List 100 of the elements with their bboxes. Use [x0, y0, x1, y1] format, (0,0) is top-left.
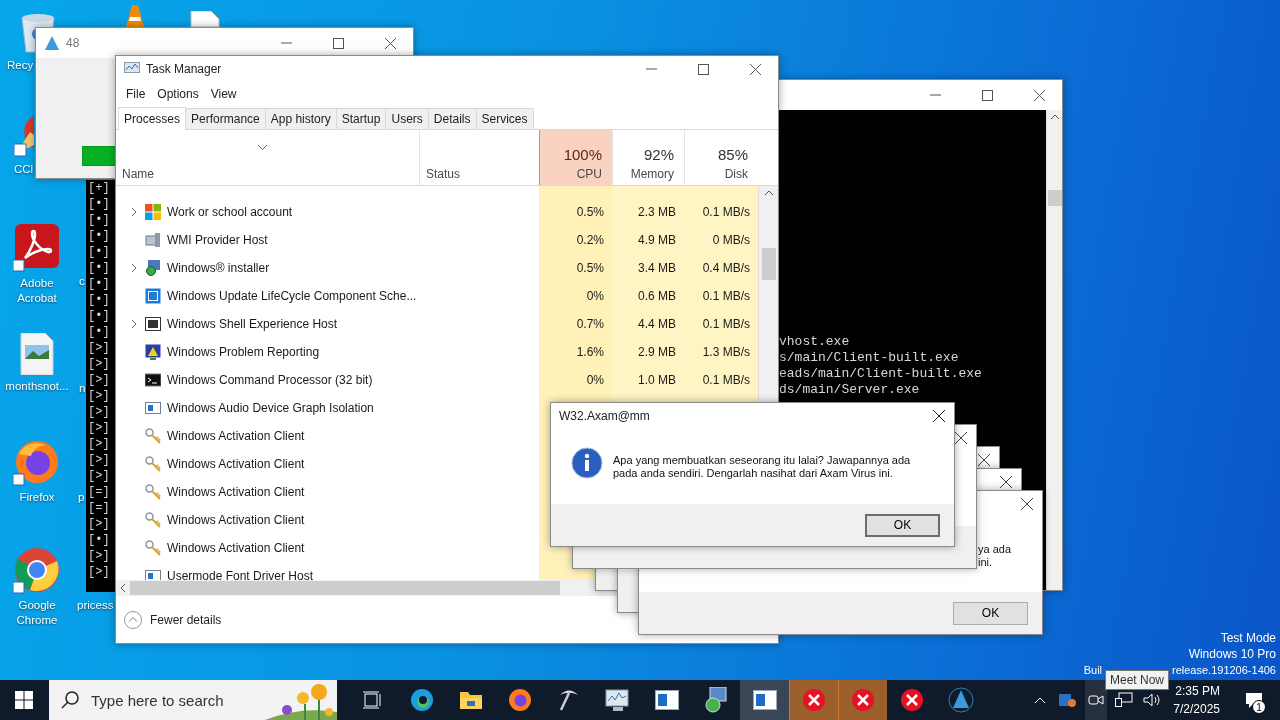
taskbar-app-button[interactable] [740, 680, 789, 720]
scroll-thumb[interactable] [761, 248, 776, 280]
console-line: [>] [88, 452, 110, 468]
menu-item[interactable]: File [122, 85, 150, 103]
volume-icon[interactable] [1143, 692, 1162, 708]
firefox-icon[interactable] [13, 438, 61, 486]
ok-button[interactable]: OK [953, 601, 1028, 625]
key-icon [145, 540, 161, 556]
menu-item[interactable]: View [206, 85, 241, 103]
console-line: [>] [88, 340, 110, 356]
window-title: 48 [66, 36, 81, 50]
console-line: vhost.exe [779, 334, 850, 350]
console-line: [>] [88, 404, 110, 420]
console-line: [•] [88, 308, 110, 324]
tab[interactable]: Details [427, 108, 477, 129]
scroll-up-icon[interactable] [1049, 114, 1060, 120]
maximize-icon[interactable] [981, 89, 993, 101]
close-icon[interactable] [1000, 476, 1012, 488]
cpu-cell-text: 0.2% [576, 233, 605, 247]
console-line: [>] [88, 548, 110, 564]
expand-chevron-icon[interactable] [131, 319, 137, 329]
scroll-thumb[interactable] [1047, 190, 1062, 206]
ok-button[interactable]: OK [865, 513, 940, 537]
chrome-icon[interactable] [13, 546, 61, 594]
console-line: [>] [88, 516, 110, 532]
search-icon [61, 691, 79, 709]
tooltip: Meet Now [1105, 670, 1170, 690]
tab[interactable]: App history [264, 108, 337, 129]
expand-chevron-icon[interactable] [131, 263, 137, 273]
cpu-cell-text: 0% [586, 373, 605, 387]
console-line: [>] [88, 356, 110, 372]
installer-icon [145, 260, 161, 276]
close-icon[interactable] [933, 410, 945, 422]
memory-cell-text: 0.6 MB [638, 289, 677, 303]
monitor-warning-icon [145, 344, 161, 360]
installer-icon [703, 687, 728, 713]
icon-label: c [79, 274, 85, 289]
icon-label: p [78, 490, 85, 505]
process-name: Windows Activation Client [167, 485, 305, 499]
monitor-chart-icon [124, 62, 140, 76]
console-line: [•] [88, 260, 110, 276]
console-line: [=] [88, 500, 110, 516]
tray-app-icon[interactable] [1059, 692, 1078, 708]
console-line: [•] [88, 196, 110, 212]
console-line: s/main/Client-built.exe [779, 350, 959, 366]
console-line: ds/main/Server.exe [779, 382, 920, 398]
tab[interactable]: Services [475, 108, 534, 129]
console-line: [•] [88, 324, 110, 340]
console-line: [+] [88, 180, 110, 196]
process-name: Usermode Font Driver Host [167, 569, 314, 580]
acrobat-icon[interactable] [13, 224, 61, 272]
network-icon[interactable] [1115, 692, 1134, 708]
process-name: Windows Activation Client [167, 457, 305, 471]
close-icon[interactable] [978, 454, 990, 466]
console-line: [=] [88, 484, 110, 500]
computer-icon [145, 232, 161, 248]
tab[interactable]: Users [385, 108, 429, 129]
console-line: [•] [88, 532, 110, 548]
cpu-cell-text: 0% [586, 289, 605, 303]
close-icon[interactable] [384, 37, 396, 49]
meet-now-button[interactable] [1085, 680, 1108, 720]
tiles-icon [145, 204, 161, 220]
key-icon [145, 456, 161, 472]
close-icon[interactable] [749, 63, 761, 75]
memory-cell-text: 2.9 MB [638, 345, 677, 359]
column-header[interactable]: 100% CPU [539, 130, 612, 185]
console-line: [•] [88, 212, 110, 228]
close-icon[interactable] [1033, 89, 1045, 101]
fewer-details-link[interactable]: Fewer details [150, 612, 222, 627]
build-text: Buil [1083, 663, 1102, 678]
disk-cell-text: 1.3 MB/s [702, 345, 751, 359]
tab[interactable]: Processes [118, 107, 187, 130]
console-line: [>] [88, 468, 110, 484]
scroll-left-icon[interactable] [120, 583, 126, 593]
tab[interactable]: Startup [335, 108, 387, 129]
tab[interactable]: Performance [185, 108, 266, 129]
folder-icon [458, 690, 483, 710]
close-icon[interactable] [955, 432, 967, 444]
disk-cell-text: 0.1 MB/s [702, 205, 751, 219]
maximize-icon[interactable] [697, 63, 709, 75]
build-text: release.191206-1406 [1172, 663, 1276, 678]
collapse-circle-icon[interactable] [124, 610, 142, 629]
monitor-chart-icon [604, 688, 631, 712]
icon-label: Google Chrome [16, 598, 58, 628]
scroll-up-icon[interactable] [763, 190, 774, 196]
maximize-icon[interactable] [332, 37, 344, 49]
camera-icon [1088, 693, 1105, 707]
scroll-thumb[interactable] [130, 581, 560, 595]
menu-item[interactable]: Options [153, 85, 203, 103]
close-icon[interactable] [1021, 498, 1033, 510]
expand-chevron-icon[interactable] [131, 207, 137, 217]
traffic-cone-icon[interactable] [124, 5, 146, 27]
notifications-button[interactable]: 1 [1236, 680, 1272, 720]
search-field[interactable]: Type here to search [49, 680, 337, 720]
chevron-up-icon[interactable] [1034, 696, 1047, 704]
image-file-icon[interactable] [20, 333, 54, 375]
icon-label: CCl [14, 162, 34, 177]
cpu-cell-text: 0.5% [576, 261, 605, 275]
clock[interactable]: 2:35 PM 7/2/2025 [1169, 682, 1230, 718]
cpu-cell-text: 0.7% [576, 317, 605, 331]
